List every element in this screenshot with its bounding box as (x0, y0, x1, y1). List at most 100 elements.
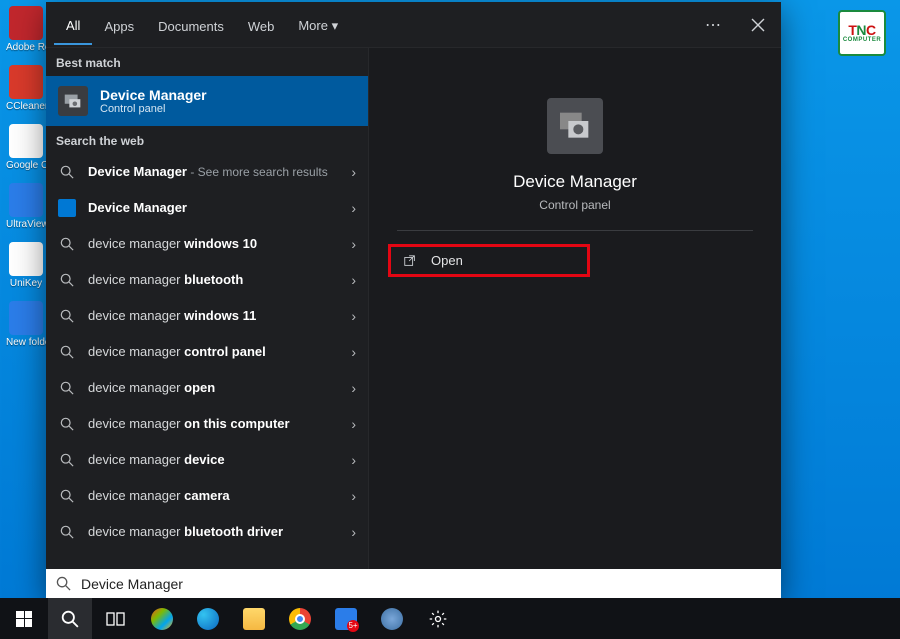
desktop: Adobe Reader CCleaner Google Chrome Ultr… (0, 0, 900, 639)
search-result-item[interactable]: Device Manager - See more search results… (46, 154, 368, 190)
search-tab[interactable]: Apps (92, 6, 146, 44)
taskbar-app-chrome[interactable] (278, 598, 322, 639)
desktop-icon[interactable]: CCleaner (6, 65, 46, 112)
result-text: Device Manager (88, 200, 339, 216)
result-text: device manager bluetooth driver (88, 524, 339, 540)
search-icon (58, 487, 76, 505)
search-result-item[interactable]: device manager camera› (46, 478, 368, 514)
gear-icon (428, 609, 448, 629)
taskbar-app-shield[interactable] (370, 598, 414, 639)
taskbar-search-button[interactable] (48, 598, 92, 639)
search-result-item[interactable]: device manager windows 10 › (46, 226, 368, 262)
detail-device-manager-icon (547, 98, 603, 154)
taskbar-app-generic[interactable]: 5+ (324, 598, 368, 639)
section-best-match: Best match (46, 48, 368, 76)
result-text: device manager on this computer (88, 416, 339, 432)
app-icon (9, 301, 43, 335)
device-manager-icon (58, 86, 88, 116)
search-result-item[interactable]: device manager on this computer › (46, 406, 368, 442)
result-text: device manager windows 11 (88, 308, 339, 324)
search-tab[interactable]: All (54, 5, 92, 45)
chevron-right-icon: › (351, 272, 356, 288)
search-tab[interactable]: Documents (146, 6, 236, 44)
search-icon (58, 307, 76, 325)
search-icon (58, 343, 76, 361)
desktop-icon-column: Adobe Reader CCleaner Google Chrome Ultr… (6, 6, 46, 348)
best-match-title: Device Manager (100, 87, 207, 103)
search-results-column: Best match Device Manager Control panel … (46, 48, 368, 597)
chevron-right-icon: › (351, 380, 356, 396)
copilot-icon (151, 608, 173, 630)
taskbar-app-edge[interactable] (186, 598, 230, 639)
app-result-icon (58, 199, 76, 217)
search-result-item[interactable]: device manager bluetooth› (46, 262, 368, 298)
search-result-item[interactable]: device manager bluetooth driver› (46, 514, 368, 550)
result-text: device manager device (88, 452, 339, 468)
detail-title: Device Manager (513, 172, 637, 192)
search-icon (58, 271, 76, 289)
desktop-icon[interactable]: Google Chrome (6, 124, 46, 171)
open-external-icon (403, 254, 417, 268)
app-icon: 5+ (335, 608, 357, 630)
start-search-panel: AllAppsDocumentsWebMore ▾ ⋯ Best match D… (46, 2, 781, 597)
desktop-icon[interactable]: UltraViewer (6, 183, 46, 230)
desktop-icon[interactable]: New folder (6, 301, 46, 348)
windows-icon (16, 611, 32, 627)
search-result-item[interactable]: device manager open › (46, 370, 368, 406)
chevron-right-icon: › (351, 236, 356, 252)
open-button[interactable]: Open (389, 245, 589, 276)
best-match-subtitle: Control panel (100, 103, 207, 115)
taskbar-app-copilot[interactable] (140, 598, 184, 639)
desktop-icon-label: Adobe Reader (6, 42, 46, 53)
desktop-icon-label: New folder (6, 337, 46, 348)
search-result-item[interactable]: device manager control panel› (46, 334, 368, 370)
start-button[interactable] (2, 598, 46, 639)
taskbar: 5+ (0, 598, 900, 639)
best-match-result[interactable]: Device Manager Control panel (46, 76, 368, 126)
result-detail-pane: Device Manager Control panel Open (368, 48, 781, 597)
chrome-icon (289, 608, 311, 630)
result-text: device manager windows 10 (88, 236, 339, 252)
taskbar-app-settings[interactable] (416, 598, 460, 639)
search-result-item[interactable]: Device Manager › (46, 190, 368, 226)
desktop-icon[interactable]: UniKey (6, 242, 46, 289)
task-view-button[interactable] (94, 598, 138, 639)
app-icon (9, 65, 43, 99)
chevron-right-icon: › (351, 200, 356, 216)
desktop-icon-label: UltraViewer (6, 219, 46, 230)
search-bar[interactable] (46, 569, 781, 598)
search-icon (58, 379, 76, 397)
search-tab[interactable]: More ▾ (286, 5, 350, 44)
search-icon (58, 415, 76, 433)
chevron-right-icon: › (351, 416, 356, 432)
detail-subtitle: Control panel (539, 198, 610, 212)
detail-separator (397, 230, 754, 231)
section-search-web: Search the web (46, 126, 368, 154)
search-icon (61, 610, 79, 628)
search-icon (56, 576, 71, 591)
task-view-icon (106, 611, 126, 627)
tnc-logo: TNC COMPUTER (838, 10, 886, 56)
result-text: device manager open (88, 380, 339, 396)
taskbar-app-explorer[interactable] (232, 598, 276, 639)
search-tab[interactable]: Web (236, 6, 287, 44)
app-icon (9, 242, 43, 276)
search-result-item[interactable]: device manager windows 11› (46, 298, 368, 334)
desktop-icon-label: Google Chrome (6, 160, 46, 171)
result-text: Device Manager - See more search results (88, 164, 339, 180)
search-panel-body: Best match Device Manager Control panel … (46, 48, 781, 597)
search-input[interactable] (81, 576, 771, 592)
close-icon[interactable] (743, 12, 773, 38)
result-text: device manager camera (88, 488, 339, 504)
chevron-right-icon: › (351, 452, 356, 468)
web-results-list: Device Manager - See more search results… (46, 154, 368, 550)
more-options-icon[interactable]: ⋯ (697, 9, 729, 41)
search-icon (58, 451, 76, 469)
search-result-item[interactable]: device manager device › (46, 442, 368, 478)
search-icon (58, 523, 76, 541)
result-text: device manager control panel (88, 344, 339, 360)
open-button-label: Open (431, 253, 463, 268)
edge-icon (197, 608, 219, 630)
search-icon (58, 163, 76, 181)
desktop-icon[interactable]: Adobe Reader (6, 6, 46, 53)
